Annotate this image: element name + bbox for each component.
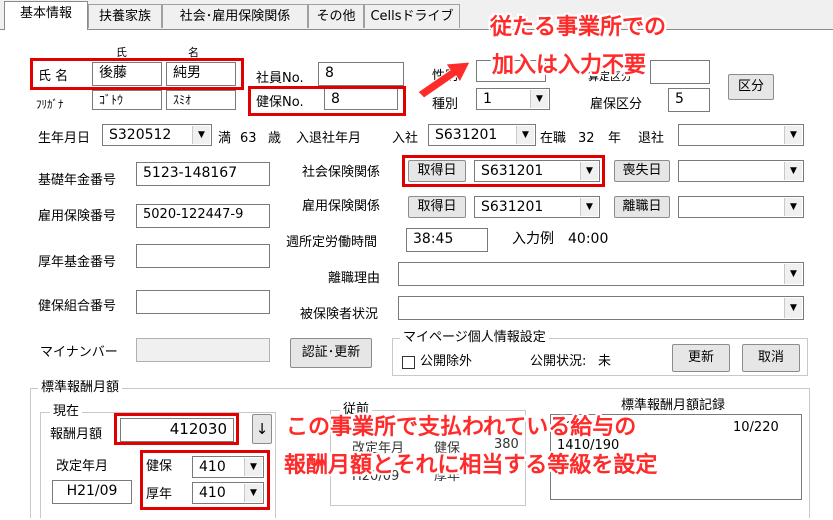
chevron-down-icon[interactable]: ▼ xyxy=(192,126,210,144)
mei-kana-field[interactable]: ｽﾐｵ xyxy=(166,90,236,110)
annotation-bottom-line1: この事業所で支払われている給与の xyxy=(286,415,637,440)
mynumber-label: マイナンバー xyxy=(40,345,118,360)
current-title: 現在 xyxy=(50,404,83,420)
age-value: 63 xyxy=(240,131,257,146)
annotation-top-line1: 従たる事業所での xyxy=(490,15,667,40)
work-hours-label: 週所定労働時間 xyxy=(286,235,378,250)
shubetsu-value: 1 xyxy=(483,91,492,107)
nyusha-value: S631201 xyxy=(435,127,498,143)
kiso-nenkin-field[interactable]: 5123-148167 xyxy=(136,162,270,186)
koyo-shutoku-select[interactable]: S631201 ▼ xyxy=(474,196,600,218)
public-exclude-checkbox[interactable] xyxy=(402,356,415,369)
rishoku-riyu-label: 離職理由 xyxy=(328,271,381,286)
nen-label: 年 xyxy=(608,131,622,146)
record-title: 標準報酬月額記録 xyxy=(618,398,729,414)
man-label: 満 xyxy=(218,131,232,146)
koyo-rishoku-button[interactable]: 離職日 xyxy=(614,196,670,218)
hihokensha-select[interactable]: ▼ xyxy=(398,296,804,320)
nyusha-label: 入社 xyxy=(392,131,419,146)
birth-select[interactable]: S320512 ▼ xyxy=(102,124,212,146)
work-hours-field[interactable]: 38:45 xyxy=(406,228,488,252)
name-highlight-box xyxy=(30,58,244,90)
chevron-down-icon[interactable]: ▼ xyxy=(530,90,548,108)
birth-label: 生年月日 xyxy=(38,131,91,146)
nyusha-select[interactable]: S631201 ▼ xyxy=(428,124,536,146)
gekkaku-highlight-box xyxy=(114,413,239,445)
chevron-down-icon[interactable]: ▼ xyxy=(784,162,802,180)
record-entry: 10/220 xyxy=(733,420,779,435)
tab-dependents[interactable]: 扶養家族 xyxy=(88,4,162,28)
mypage-settings-title: マイページ個人情報設定 xyxy=(400,330,549,346)
chevron-down-icon[interactable]: ▼ xyxy=(784,298,802,318)
kenpo-kumiai-field[interactable] xyxy=(136,290,270,314)
kosei-kikin-label: 厚年基金番号 xyxy=(38,255,117,270)
work-hours-example-label: 入力例 xyxy=(512,231,554,247)
koyo-rishoku-select[interactable]: ▼ xyxy=(678,196,804,218)
tab-basic-info[interactable]: 基本情報 xyxy=(4,1,88,30)
years-value: 32 xyxy=(578,131,595,146)
entry-label: 入退社年月 xyxy=(296,131,362,146)
tab-bar: 基本情報 扶養家族 社会･雇用保険関係 その他 Cellsドライブ xyxy=(0,0,833,30)
shakai-hoken-highlight-box xyxy=(402,155,605,187)
koyo-shutoku-value: S631201 xyxy=(481,199,544,215)
annotation-top-line2: 加入は入力不要 xyxy=(492,53,647,78)
chevron-down-icon[interactable]: ▼ xyxy=(784,264,802,284)
public-exclude-label: 公開除外 xyxy=(420,354,473,369)
taisha-label: 退社 xyxy=(638,131,665,146)
chevron-down-icon[interactable]: ▼ xyxy=(784,198,802,216)
koyo-hoken-label: 雇用保険関係 xyxy=(302,199,381,214)
public-status-value: 未 xyxy=(598,354,612,369)
sei-kana-field[interactable]: ｺﾞﾄｳ xyxy=(92,90,162,110)
kaitei-field[interactable]: H21/09 xyxy=(52,480,132,504)
birth-value: S320512 xyxy=(109,127,172,143)
employee-no-field[interactable]: 8 xyxy=(318,62,404,86)
koyo-hoken-no-field[interactable]: 5020-122447-9 xyxy=(136,204,270,228)
gekkaku-label: 報酬月額 xyxy=(50,427,103,442)
work-hours-example-value: 40:00 xyxy=(568,231,609,247)
public-status-label: 公開状況: xyxy=(530,354,587,369)
tab-other[interactable]: その他 xyxy=(308,4,364,28)
tab-cells-drive[interactable]: Cellsドライブ xyxy=(364,4,460,28)
koho-kubun-field[interactable]: 5 xyxy=(668,88,710,112)
koyo-shutoku-button[interactable]: 取得日 xyxy=(408,196,466,218)
chevron-down-icon[interactable]: ▼ xyxy=(516,126,534,144)
grade-highlight-box xyxy=(140,450,270,510)
zaishoku-label: 在職 xyxy=(540,131,567,146)
shubetsu-select[interactable]: 1 ▼ xyxy=(476,88,550,110)
annotation-arrow-icon xyxy=(417,61,471,99)
shakai-soshitsu-button[interactable]: 喪失日 xyxy=(614,160,670,182)
sai-label: 歳 xyxy=(268,131,282,146)
koyo-hoken-no-label: 雇用保険番号 xyxy=(38,209,117,224)
kenpo-no-highlight-box xyxy=(248,86,406,116)
mynumber-field[interactable] xyxy=(136,338,270,362)
shakai-soshitsu-select[interactable]: ▼ xyxy=(678,160,804,182)
chevron-down-icon[interactable]: ▼ xyxy=(784,126,802,144)
shakai-hoken-label: 社会保険関係 xyxy=(302,165,381,180)
mypage-cancel-button[interactable]: 取消 xyxy=(742,344,800,372)
tab-insurance[interactable]: 社会･雇用保険関係 xyxy=(162,4,308,28)
rishoku-riyu-select[interactable]: ▼ xyxy=(398,262,804,286)
ninsho-update-button[interactable]: 認証･更新 xyxy=(290,338,372,368)
mypage-update-button[interactable]: 更新 xyxy=(672,344,730,372)
santei-field[interactable] xyxy=(650,60,710,84)
kaitei-label: 改定年月 xyxy=(56,459,109,474)
kosei-kikin-field[interactable] xyxy=(136,244,270,268)
annotation-bottom-line2: 報酬月額とそれに相当する等級を設定 xyxy=(284,453,658,478)
taisha-select[interactable]: ▼ xyxy=(678,124,804,146)
kana-label: ﾌﾘｶﾞﾅ xyxy=(36,98,64,111)
hihokensha-label: 被保険者状況 xyxy=(300,307,379,322)
chevron-down-icon[interactable]: ▼ xyxy=(580,198,598,216)
kenpo-kumiai-label: 健保組合番号 xyxy=(38,299,117,314)
koho-kubun-label: 雇保区分 xyxy=(590,97,643,112)
kiso-nenkin-label: 基礎年金番号 xyxy=(38,173,117,188)
hyojun-title: 標準報酬月額 xyxy=(38,380,123,396)
kubun-button[interactable]: 区分 xyxy=(728,74,774,100)
down-arrow-button[interactable]: ↓ xyxy=(252,414,272,444)
